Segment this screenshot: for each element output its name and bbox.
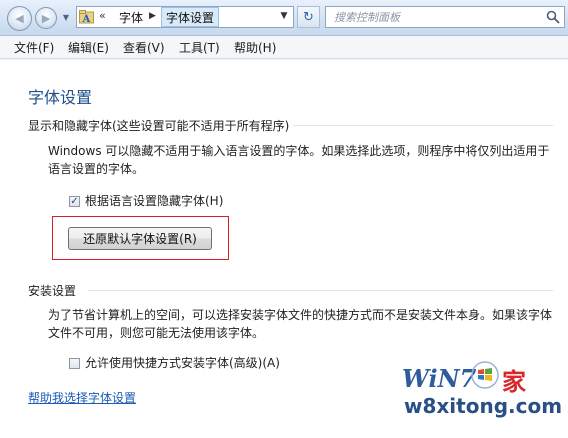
recent-pages-dropdown[interactable]: ▼ (60, 9, 72, 25)
description-line: 为了节省计算机上的空间，可以选择安装字体文件的快捷方式而不是安装文件本身。如果该… (48, 308, 553, 322)
shortcut-install-label[interactable]: 允许使用快捷方式安装字体(高级)(A) (85, 354, 280, 371)
svg-text:A: A (82, 14, 91, 24)
section-divider (88, 290, 553, 291)
hide-fonts-checkbox[interactable]: ✓ (69, 196, 80, 207)
menu-edit[interactable]: 编辑(E) (68, 39, 109, 56)
menu-view[interactable]: 查看(V) (123, 39, 165, 56)
search-box[interactable] (325, 6, 565, 28)
description-line: 语言设置的字体。 (48, 162, 145, 176)
watermark-jia: 家 (502, 368, 526, 396)
section-title-install: 安装设置 (28, 284, 77, 298)
refresh-button[interactable]: ↻ (297, 6, 320, 28)
back-button[interactable]: ◀ (7, 6, 32, 31)
breadcrumb-fonts[interactable]: 字体 (119, 9, 143, 26)
section-description-show-hide: Windows 可以隐藏不适用于输入语言设置的字体。如果选择此选项，则程序中将仅… (48, 142, 558, 178)
search-icon[interactable] (546, 10, 560, 24)
watermark-brand: WiN7 (402, 364, 477, 393)
watermark-site: w8xitong.com (404, 394, 563, 418)
address-field[interactable]: A « 字体 ▶ 字体设置 ▼ (76, 6, 294, 28)
menu-tools[interactable]: 工具(T) (179, 39, 220, 56)
forward-arrow-icon: ▶ (41, 11, 51, 25)
breadcrumb-font-settings[interactable]: 字体设置 (161, 7, 220, 27)
forward-button[interactable]: ▶ (35, 7, 57, 29)
breadcrumb-overflow[interactable]: « (99, 9, 106, 22)
chevron-down-icon: ▼ (62, 12, 70, 22)
hide-fonts-label[interactable]: 根据语言设置隐藏字体(H) (85, 192, 223, 209)
section-divider (293, 125, 553, 126)
folder-font-icon: A (79, 10, 94, 24)
restore-default-font-settings-button[interactable]: 还原默认字体设置(R) (68, 227, 212, 250)
address-dropdown-icon[interactable]: ▼ (277, 11, 291, 25)
shortcut-install-checkbox[interactable] (69, 358, 80, 369)
section-title-show-hide: 显示和隐藏字体(这些设置可能不适用于所有程序) (28, 119, 290, 133)
menu-bar: 文件(F) 编辑(E) 查看(V) 工具(T) 帮助(H) (0, 36, 568, 59)
back-arrow-icon: ◀ (15, 12, 24, 25)
menu-help[interactable]: 帮助(H) (234, 39, 276, 56)
section-description-install: 为了节省计算机上的空间，可以选择安装字体文件的快捷方式而不是安装文件本身。如果该… (48, 306, 558, 342)
description-line: 文件不可用，则您可能无法使用该字体。 (48, 326, 265, 340)
breadcrumb-separator-icon[interactable]: ▶ (149, 11, 156, 21)
description-line: Windows 可以隐藏不适用于输入语言设置的字体。如果选择此选项，则程序中将仅… (48, 144, 550, 158)
checkmark-icon: ✓ (70, 195, 79, 207)
page-title: 字体设置 (28, 88, 93, 107)
search-input[interactable] (334, 7, 534, 27)
address-toolbar: ◀ ▶ ▼ A « 字体 ▶ 字体设置 ▼ ↻ (0, 0, 568, 36)
refresh-icon: ↻ (303, 9, 314, 25)
help-choose-font-settings-link[interactable]: 帮助我选择字体设置 (28, 389, 136, 406)
windows-logo-icon (471, 361, 499, 389)
menu-file[interactable]: 文件(F) (14, 39, 54, 56)
